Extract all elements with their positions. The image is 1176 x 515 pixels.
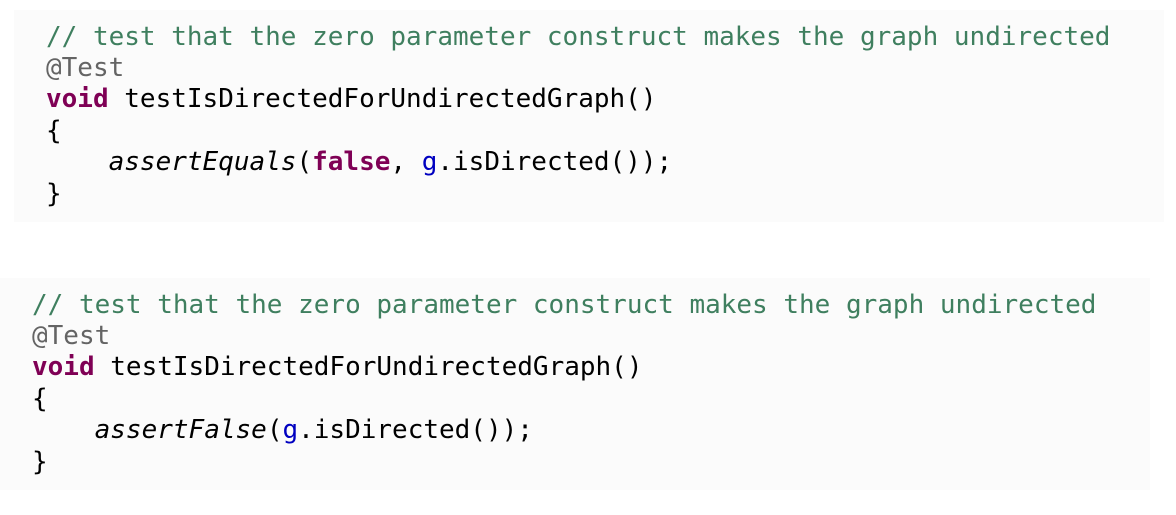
open-paren: (	[296, 147, 313, 177]
method-call-rest: .isDirected());	[298, 415, 533, 445]
code-snippet-assert-false: // test that the zero parameter construc…	[0, 278, 1150, 490]
return-type-keyword: void	[46, 84, 109, 114]
open-brace: {	[46, 116, 62, 146]
code-comment: // test that the zero parameter construc…	[32, 290, 1097, 320]
method-declaration: void testIsDirectedForUndirectedGraph()	[46, 84, 657, 115]
assert-call: assertEquals	[108, 147, 297, 177]
code-snippet-assert-equals: // test that the zero parameter construc…	[14, 10, 1164, 222]
method-body-statement: assertEquals(false, g.isDirected());	[46, 147, 673, 178]
close-brace: }	[32, 447, 48, 477]
test-annotation: @Test	[32, 321, 111, 351]
open-paren: (	[266, 415, 283, 445]
code-comment: // test that the zero parameter construc…	[46, 22, 1111, 52]
graph-field: g	[282, 415, 299, 445]
test-annotation: @Test	[46, 53, 125, 83]
false-literal: false	[312, 147, 391, 177]
open-brace: {	[32, 384, 48, 414]
method-body-statement: assertFalse(g.isDirected());	[32, 415, 533, 446]
return-type-keyword: void	[32, 352, 95, 382]
method-signature: testIsDirectedForUndirectedGraph()	[94, 352, 643, 382]
method-declaration: void testIsDirectedForUndirectedGraph()	[32, 352, 643, 383]
close-brace: }	[46, 179, 62, 209]
graph-field: g	[421, 147, 438, 177]
method-call-rest: .isDirected());	[437, 147, 673, 177]
method-signature: testIsDirectedForUndirectedGraph()	[108, 84, 657, 114]
assert-call: assertFalse	[94, 415, 267, 445]
argument-separator: ,	[390, 147, 422, 177]
